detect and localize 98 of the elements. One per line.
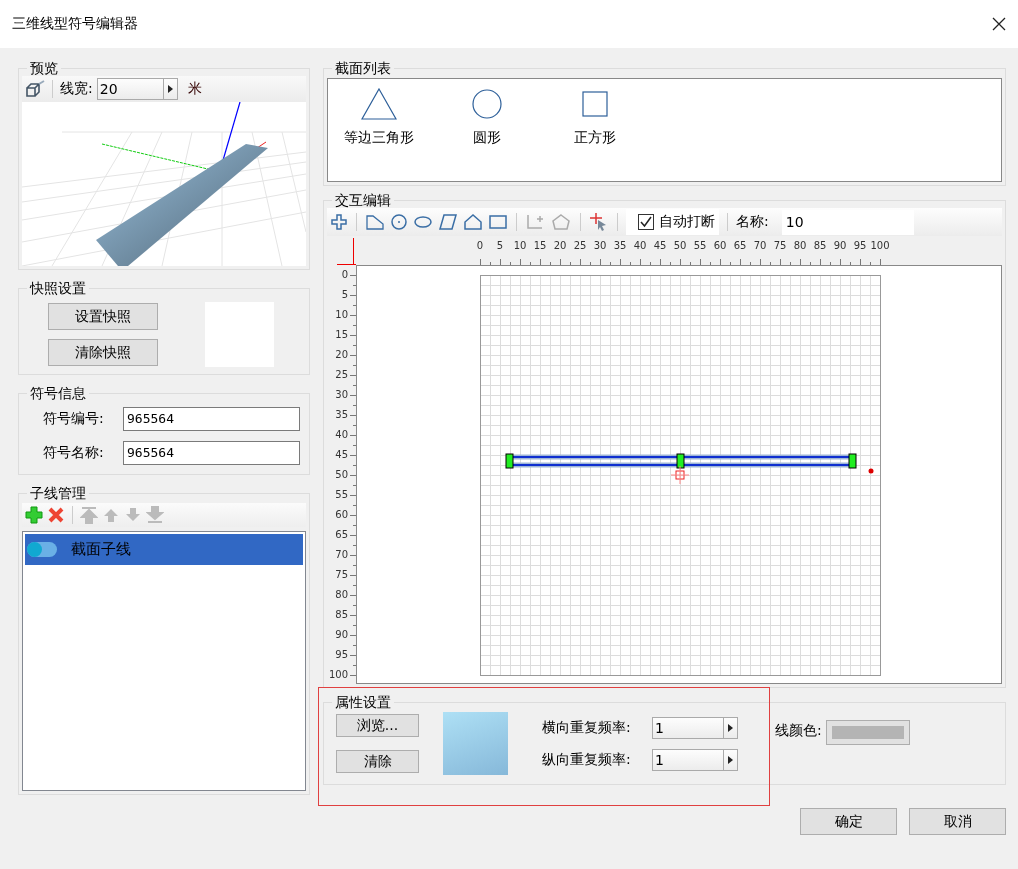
field-label: 横向重复频率: — [542, 718, 632, 737]
close-icon[interactable] — [992, 17, 1006, 31]
ruler-label: 30 — [593, 240, 607, 252]
group-title: 子线管理 — [29, 485, 87, 501]
ruler-label: 20 — [335, 349, 348, 361]
ruler-label: 65 — [335, 529, 348, 541]
snapshot-button[interactable]: 设置快照 — [48, 303, 158, 330]
ruler-label: 40 — [633, 240, 647, 252]
field-label: 纵向重复频率: — [542, 750, 632, 769]
unit-label: 米 — [187, 80, 202, 98]
field-label: 符号名称: — [43, 444, 105, 462]
arrow-right-icon[interactable] — [728, 723, 733, 732]
ruler-label: 55 — [693, 240, 707, 252]
ruler-label: 85 — [813, 240, 827, 252]
ruler-label: 25 — [573, 240, 587, 252]
dialog-button[interactable]: 取消 — [909, 808, 1006, 835]
group-title: 截面列表 — [334, 60, 392, 76]
group-title: 快照设置 — [28, 280, 87, 296]
point-marker — [868, 468, 874, 474]
field-label: 符号编号: — [43, 410, 105, 428]
dialog-button[interactable]: 确定 — [800, 808, 897, 835]
name-field[interactable]: 10 — [781, 209, 914, 235]
ruler-label: 15 — [335, 329, 348, 341]
input-field[interactable]: 965564 — [123, 441, 300, 465]
ruler-label: 10 — [335, 309, 348, 321]
ruler-label: 90 — [833, 240, 847, 252]
section-label: 等边三角形 — [344, 129, 414, 147]
toggle-icon — [27, 542, 57, 557]
ruler-label: 0 — [476, 240, 484, 252]
list-item-label: 截面子线 — [71, 540, 131, 559]
ruler-label: 50 — [335, 469, 348, 481]
section-label: 圆形 — [473, 129, 501, 147]
line-width-spinbox[interactable]: 20 — [96, 78, 178, 100]
group-title: 预览 — [29, 60, 59, 76]
ruler-label: 5 — [496, 240, 504, 252]
ruler-label: 0 — [341, 269, 348, 281]
ruler-label: 60 — [713, 240, 727, 252]
list-item[interactable]: 截面子线 — [25, 534, 303, 565]
circle-icon[interactable] — [390, 213, 408, 231]
ruler-label: 50 — [673, 240, 687, 252]
polyline-icon[interactable] — [365, 213, 385, 231]
ruler-label: 100 — [870, 240, 890, 252]
ruler-label: 45 — [335, 449, 348, 461]
delete-icon[interactable] — [47, 506, 65, 524]
plus-icon[interactable] — [330, 213, 348, 231]
ellipse-icon[interactable] — [413, 213, 433, 231]
ruler-label: 80 — [335, 589, 348, 601]
arrow-right-icon[interactable] — [728, 755, 733, 764]
property-button[interactable]: 浏览... — [336, 714, 419, 737]
pentagon-icon[interactable] — [463, 213, 483, 231]
window-title: 三维线型符号编辑器 — [12, 15, 138, 33]
ruler-label: 75 — [335, 569, 348, 581]
group-title: 交互编辑 — [334, 192, 392, 208]
line-width-label: 线宽: — [60, 80, 93, 98]
ruler-label: 95 — [853, 240, 867, 252]
input-field[interactable]: 965564 — [123, 407, 300, 431]
property-button[interactable]: 清除 — [336, 750, 419, 773]
ruler-label: 15 — [533, 240, 547, 252]
ruler-label: 70 — [753, 240, 767, 252]
ruler-label: 35 — [613, 240, 627, 252]
ruler-label: 45 — [653, 240, 667, 252]
circle-icon[interactable] — [469, 87, 505, 121]
ruler-label: 100 — [328, 669, 348, 681]
ruler-label: 5 — [341, 289, 348, 301]
ruler-label: 60 — [335, 509, 348, 521]
group-title: 属性设置 — [334, 694, 392, 710]
cube-icon[interactable] — [25, 80, 45, 98]
ruler-label: 85 — [335, 609, 348, 621]
texture-preview — [443, 712, 508, 775]
ruler-label: 40 — [335, 429, 348, 441]
crosshair-icon — [670, 465, 690, 485]
line-color-label: 线颜色: — [775, 722, 822, 740]
color-picker-button[interactable] — [825, 720, 910, 745]
ruler-label: 80 — [793, 240, 807, 252]
arrow-right-icon[interactable] — [167, 85, 173, 93]
parallelogram-icon[interactable] — [438, 213, 458, 231]
section-label: 正方形 — [574, 129, 616, 147]
spinbox[interactable]: 1 — [652, 716, 738, 739]
checkbox-label: 自动打断 — [659, 213, 715, 231]
ruler-label: 25 — [335, 369, 348, 381]
checkbox[interactable] — [638, 214, 654, 230]
rectangle-icon[interactable] — [488, 213, 508, 231]
ruler-label: 65 — [733, 240, 747, 252]
ruler-label: 70 — [335, 549, 348, 561]
ruler-label: 90 — [335, 629, 348, 641]
name-label: 名称: — [736, 213, 769, 231]
ruler-label: 75 — [773, 240, 787, 252]
ruler-label: 55 — [335, 489, 348, 501]
add-icon[interactable] — [25, 506, 43, 524]
group-title: 符号信息 — [29, 385, 87, 401]
ruler-label: 30 — [335, 389, 348, 401]
triangle-icon[interactable] — [361, 87, 397, 121]
spinbox[interactable]: 1 — [652, 748, 738, 771]
ruler-label: 95 — [335, 649, 348, 661]
ruler-label: 10 — [513, 240, 527, 252]
ruler-label: 20 — [553, 240, 567, 252]
ruler-label: 35 — [335, 409, 348, 421]
snapshot-button[interactable]: 清除快照 — [48, 339, 158, 366]
